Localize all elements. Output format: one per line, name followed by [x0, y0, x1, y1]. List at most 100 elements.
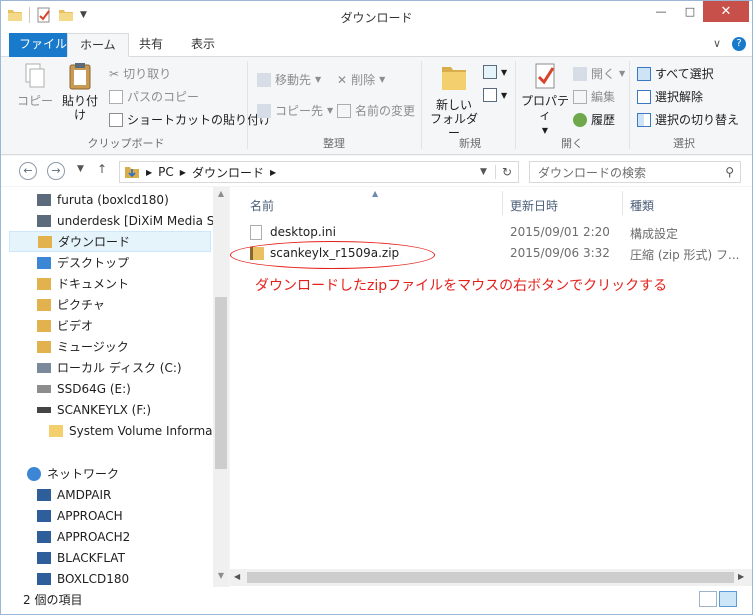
select-all-button[interactable]: すべて選択 [637, 65, 714, 82]
open-button[interactable]: 開く ▼ [573, 65, 625, 82]
drive-icon [37, 384, 51, 393]
column-divider[interactable] [502, 191, 503, 215]
tree-item-label: デスクトップ [57, 256, 130, 270]
minimize-button[interactable]: — [647, 1, 675, 22]
tree-item-videos[interactable]: ビデオ [37, 315, 93, 336]
tree-item-local-disk[interactable]: ローカル ディスク (C:) [37, 357, 182, 378]
copy-path-button[interactable]: パスのコピー [109, 88, 199, 105]
search-placeholder: ダウンロードの検索 [538, 165, 647, 180]
tree-item-network-drive[interactable]: furuta (boxlcd180) [37, 189, 169, 210]
chevron-down-icon[interactable]: ∨ [713, 37, 721, 50]
local-disk-icon [37, 362, 51, 373]
scroll-right-icon[interactable]: ▶ [738, 572, 744, 581]
tab-share[interactable]: 共有 [127, 33, 175, 57]
scroll-up-icon[interactable]: ▲ [213, 189, 229, 198]
rename-label: 名前の変更 [355, 104, 416, 118]
history-button[interactable]: 履歴 [573, 111, 615, 128]
file-type: 圧縮 (zip 形式) フ... [630, 248, 740, 262]
rename-button[interactable]: 名前の変更 [337, 102, 415, 119]
new-folder-button[interactable]: 新しい フォルダー [427, 61, 481, 140]
tree-item-computer[interactable]: AMDPAIR [37, 484, 111, 505]
tree-item-network-drive[interactable]: underdesk [DiXiM Media S [37, 210, 213, 231]
scroll-down-icon[interactable]: ▼ [213, 571, 229, 580]
delete-button[interactable]: ✕ 削除 ▼ [337, 71, 385, 88]
tab-view[interactable]: 表示 [179, 33, 227, 57]
navigation-pane: furuta (boxlcd180) underdesk [DiXiM Medi… [1, 187, 213, 587]
refresh-icon[interactable]: ↻ [494, 165, 518, 179]
tree-item-ssd[interactable]: SSD64G (E:) [37, 378, 131, 399]
large-icons-view-button[interactable] [719, 591, 737, 607]
settings-file-icon [250, 225, 262, 240]
back-button[interactable]: ← [19, 162, 37, 180]
group-separator [247, 61, 248, 149]
tree-item-desktop[interactable]: デスクトップ [37, 252, 129, 273]
cut-button[interactable]: ✂ 切り取り [109, 65, 171, 82]
tree-item-usb-drive[interactable]: SCANKEYLX (F:) [37, 399, 151, 420]
help-icon[interactable]: ? [732, 37, 746, 51]
easy-access-button[interactable]: ▼ [483, 88, 507, 102]
chevron-down-icon: ▼ [327, 106, 334, 115]
paste-button[interactable]: 貼り付け [57, 61, 103, 122]
copy-to-icon [257, 103, 271, 118]
chevron-right-icon: ▶ [146, 167, 153, 177]
chevron-down-icon[interactable]: ▼ [480, 167, 487, 177]
forward-button[interactable]: → [47, 162, 65, 180]
address-segment-pc[interactable]: PC [158, 165, 174, 179]
tree-item-music[interactable]: ミュージック [37, 336, 129, 357]
invert-selection-button[interactable]: 選択の切り替え [637, 111, 739, 128]
tree-item-computer[interactable]: APPROACH [37, 505, 123, 526]
scroll-left-icon[interactable]: ◀ [234, 572, 240, 581]
close-button[interactable]: ✕ [703, 1, 749, 22]
tree-item-label: underdesk [DiXiM Media S [57, 213, 213, 228]
properties-button[interactable]: プロパティ ▼ [519, 61, 571, 138]
scrollbar-thumb[interactable] [215, 297, 227, 469]
path-icon [109, 89, 123, 104]
move-to-button[interactable]: 移動先 ▼ [257, 71, 321, 88]
explorer-window: ▼ ダウンロード — □ ✕ ファイル ホーム 共有 表示 ∨ ? コピー 貼り… [0, 0, 753, 615]
address-bar[interactable]: ▶ PC ▶ ダウンロード ▶ ▼ ↻ [119, 161, 519, 183]
tree-item-network[interactable]: ネットワーク [27, 463, 119, 484]
copy-path-label: パスのコピー [127, 90, 200, 104]
edit-icon [573, 89, 587, 104]
history-icon [573, 112, 587, 127]
tree-item-documents[interactable]: ドキュメント [37, 273, 129, 294]
tree-item-computer[interactable]: BOXLCD180 [37, 568, 129, 587]
copy-to-button[interactable]: コピー先 ▼ [257, 102, 333, 119]
details-view-button[interactable] [699, 591, 717, 607]
tab-home[interactable]: ホーム [67, 33, 129, 57]
cut-label: 切り取り [123, 67, 172, 81]
item-count: 2 個の項目 [23, 593, 83, 607]
column-header-date[interactable]: 更新日時 [510, 197, 558, 214]
paste-label: 貼り付け [61, 94, 98, 122]
navigation-scrollbar[interactable]: ▲ ▼ [213, 187, 229, 587]
recent-locations-icon[interactable]: ▼ [77, 164, 84, 174]
tree-item-computer[interactable]: APPROACH2 [37, 526, 130, 547]
up-button[interactable]: ↑ [97, 162, 107, 176]
copy-button[interactable]: コピー [15, 61, 55, 108]
edit-label: 編集 [591, 90, 616, 104]
group-label-clipboard: クリップボード [87, 137, 165, 150]
tree-item-computer[interactable]: BLACKFLAT [37, 547, 125, 568]
column-header-name[interactable]: 名前 [250, 197, 274, 214]
computer-icon [37, 572, 51, 585]
column-header-type[interactable]: 種類 [630, 197, 654, 214]
new-item-button[interactable]: ▼ [483, 65, 507, 79]
column-divider[interactable] [622, 191, 623, 215]
search-input[interactable]: ダウンロードの検索 ⚲ [529, 161, 741, 183]
select-none-button[interactable]: 選択解除 [637, 88, 703, 105]
tree-item-system-volume[interactable]: System Volume Informa [49, 420, 212, 441]
tree-item-label: ドキュメント [57, 277, 130, 291]
computer-icon [37, 530, 51, 543]
maximize-button[interactable]: □ [677, 1, 703, 22]
computer-icon [37, 509, 51, 522]
tree-item-label: SCANKEYLX (F:) [57, 402, 152, 417]
tree-item-label: furuta (boxlcd180) [57, 192, 169, 207]
horizontal-scrollbar[interactable]: ◀ ▶ [230, 569, 752, 586]
file-row[interactable]: desktop.ini 2015/09/01 2:20 構成設定 [230, 222, 750, 243]
address-segment-downloads[interactable]: ダウンロード [192, 164, 264, 181]
scrollbar-thumb[interactable] [247, 572, 734, 583]
group-label-select: 選択 [673, 137, 695, 150]
edit-button[interactable]: 編集 [573, 88, 615, 105]
tree-item-downloads[interactable]: ダウンロード [9, 231, 211, 252]
tree-item-pictures[interactable]: ピクチャ [37, 294, 105, 315]
